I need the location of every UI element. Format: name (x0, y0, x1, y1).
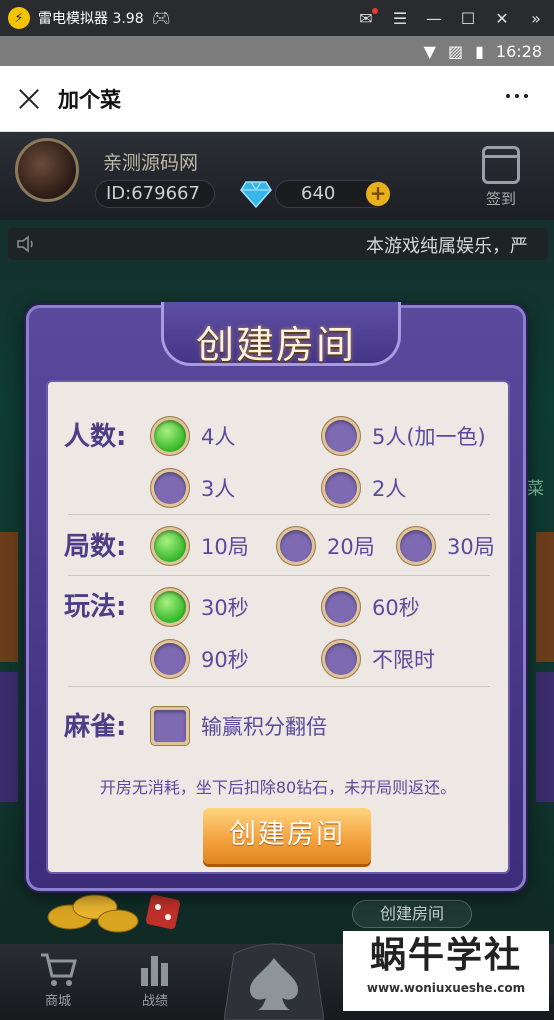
checkbox-label: 输赢积分翻倍 (201, 715, 327, 739)
rounds-option-30[interactable]: 30局 (396, 526, 495, 566)
mode-label: 玩法: (64, 592, 127, 622)
create-room-dialog: 创建房间 人数: 4人 5人(加一色) 3人 2人 局数: 10局 20局 30… (26, 302, 526, 891)
emulator-logo-icon: ⚡ (8, 7, 30, 29)
android-status-bar: ▼ ▨ ▮ 16:28 (0, 36, 554, 66)
diamond-icon (240, 180, 272, 209)
players-label: 人数: (64, 422, 127, 452)
announcement-bar: 本游戏纯属娱乐，严 (8, 228, 548, 260)
radio[interactable] (150, 639, 190, 679)
close-icon[interactable] (16, 86, 42, 112)
radio[interactable] (321, 416, 361, 456)
option-label: 不限时 (372, 648, 435, 672)
divider (68, 575, 490, 576)
rounds-option-20[interactable]: 20局 (276, 526, 375, 566)
signin-label: 签到 (485, 190, 516, 208)
bar-chart-icon (141, 956, 168, 986)
option-label: 30局 (447, 535, 495, 559)
option-label: 4人 (201, 425, 236, 449)
radio[interactable] (396, 526, 436, 566)
cart-icon (41, 953, 77, 986)
no-sim-icon: ▨ (447, 41, 464, 61)
maximize-icon[interactable]: ☐ (458, 9, 478, 28)
menu-icon[interactable]: ☰ (390, 9, 410, 28)
cost-note: 开房无消耗，坐下后扣除80钻石，未开局则返还。 (99, 778, 457, 797)
rounds-label: 局数: (64, 532, 127, 562)
radio[interactable] (321, 468, 361, 508)
checkbox[interactable] (150, 706, 190, 746)
option-label: 60秒 (372, 596, 420, 620)
player-nickname: 亲测源码网 (103, 152, 199, 174)
app-title: 加个菜 (58, 87, 121, 112)
option-label: 2人 (372, 477, 407, 501)
option-label: 10局 (201, 535, 249, 559)
watermark-url: www.woniuxueshe.com (366, 981, 526, 995)
nav-mall[interactable]: 商城 (28, 950, 88, 1009)
emulator-window-controls: ✉ ☰ — ☐ ✕ » (356, 0, 546, 36)
battery-icon: ▮ (475, 41, 484, 61)
more-options-icon[interactable] (506, 94, 528, 98)
nav-record-label: 战绩 (141, 994, 168, 1009)
background-card-left-2 (0, 672, 18, 802)
option-label: 90秒 (201, 648, 249, 672)
rounds-option-10[interactable]: 10局 (150, 526, 249, 566)
calendar-icon (482, 146, 520, 184)
wifi-icon: ▼ (423, 41, 436, 61)
gamepad-icon[interactable]: 🎮︎ (152, 9, 171, 27)
background-card-left (0, 532, 18, 662)
players-option-4[interactable]: 4人 (150, 416, 235, 456)
signin-button[interactable]: 签到 (478, 146, 524, 214)
option-label: 20局 (327, 535, 375, 559)
players-option-5[interactable]: 5人(加一色) (321, 416, 486, 456)
option-label: 3人 (201, 477, 236, 501)
create-room-button[interactable]: 创建房间 (203, 808, 371, 864)
speaker-icon (17, 235, 33, 253)
option-label: 30秒 (201, 596, 249, 620)
mode-option-90s[interactable]: 90秒 (150, 639, 249, 679)
status-time: 16:28 (495, 41, 542, 61)
nav-record[interactable]: 战绩 (125, 950, 185, 1009)
mail-icon[interactable]: ✉ (356, 7, 378, 28)
background-card-right (536, 532, 554, 662)
mahjong-label: 麻雀: (64, 712, 127, 742)
add-diamonds-icon[interactable]: + (366, 182, 390, 206)
radio-selected[interactable] (150, 587, 190, 627)
radio[interactable] (321, 587, 361, 627)
player-id: ID:679667 (95, 180, 215, 208)
emulator-title: 雷电模拟器 3.98 (38, 11, 144, 27)
dialog-title: 创建房间 (195, 323, 356, 367)
expand-sidebar-icon[interactable]: » (526, 9, 546, 28)
emulator-title-bar: ⚡ 雷电模拟器 3.98 🎮︎ ✉ ☰ — ☐ ✕ » (0, 0, 554, 36)
watermark: 蜗牛学社 www.woniuxueshe.com (343, 931, 549, 1011)
close-window-icon[interactable]: ✕ (492, 9, 512, 28)
mode-option-30s[interactable]: 30秒 (150, 587, 249, 627)
mode-option-60s[interactable]: 60秒 (321, 587, 420, 627)
divider (68, 686, 490, 687)
radio-selected[interactable] (150, 416, 190, 456)
player-info-bar: 亲测源码网 ID:679667 640 + 签到 (0, 132, 554, 220)
radio[interactable] (150, 468, 190, 508)
watermark-title: 蜗牛学社 (369, 935, 522, 976)
minimize-icon[interactable]: — (424, 9, 444, 28)
option-label: 5人(加一色) (372, 425, 486, 449)
options-panel: 人数: 4人 5人(加一色) 3人 2人 局数: 10局 20局 30局 玩法:… (46, 380, 510, 874)
radio[interactable] (321, 639, 361, 679)
divider (68, 514, 490, 515)
radio-selected[interactable] (150, 526, 190, 566)
announcement-text: 本游戏纯属娱乐，严 (366, 236, 528, 257)
players-option-3[interactable]: 3人 (150, 468, 235, 508)
radio[interactable] (276, 526, 316, 566)
background-create-room-button: 创建房间 (352, 900, 472, 928)
screen: ⚡ 雷电模拟器 3.98 🎮︎ ✉ ☰ — ☐ ✕ » ▼ ▨ ▮ 16:28 … (0, 0, 554, 1020)
players-option-2[interactable]: 2人 (321, 468, 406, 508)
avatar[interactable] (15, 138, 79, 202)
mode-option-unlimited[interactable]: 不限时 (321, 639, 435, 679)
background-card-right-2 (536, 672, 554, 802)
double-score-option[interactable]: 输赢积分翻倍 (150, 706, 327, 746)
spade-icon[interactable] (224, 934, 324, 1020)
nav-mall-label: 商城 (44, 994, 71, 1009)
app-header: 加个菜 (0, 66, 554, 132)
background-side-text: 菜 (527, 479, 544, 499)
